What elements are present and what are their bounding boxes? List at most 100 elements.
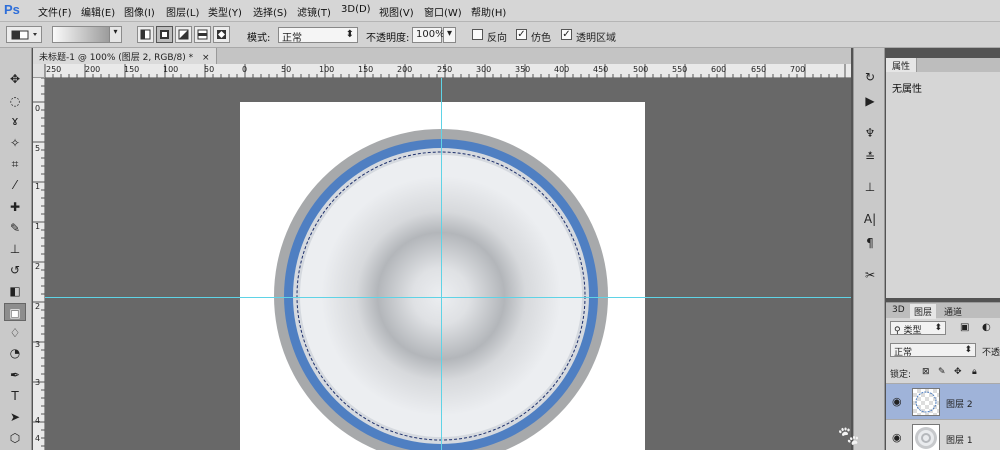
dither-checkbox[interactable]: ✓ xyxy=(516,29,527,40)
lasso-tool-icon[interactable]: ɤ xyxy=(4,112,26,130)
mode-label: 模式: xyxy=(247,33,271,44)
opacity-input[interactable]: 100% xyxy=(412,27,445,43)
layer-name[interactable]: 图层 2 xyxy=(946,397,973,410)
ruler-label: 500 xyxy=(633,65,649,74)
healing-brush-tool-icon[interactable]: ✚ xyxy=(4,198,26,216)
horizontal-guide[interactable] xyxy=(45,297,851,298)
ruler-label: 100 xyxy=(319,65,335,74)
horizontal-ruler[interactable]: 250 200 150 100 50 0 50 100 150 200 250 … xyxy=(45,64,851,78)
type-tool-icon[interactable]: T xyxy=(4,387,26,405)
reverse-checkbox[interactable] xyxy=(472,29,483,40)
brush-tool-icon[interactable]: ✎ xyxy=(4,219,26,237)
gradient-preview[interactable]: ▾ xyxy=(52,26,122,43)
layers-panel: 3D 图层 通道 ⚲ 类型 ⬍ ▣ ◐ 正常 ⬍ 不透 锁定: ⊠ ✎ ✥ 🔒︎… xyxy=(886,302,1000,450)
lock-transparent-icon[interactable]: ⊠ xyxy=(922,367,930,377)
ruler-label: 4 xyxy=(35,416,41,425)
layer-filter-value: 类型 xyxy=(903,326,922,336)
menu-window[interactable]: 窗口(W) xyxy=(424,4,462,19)
eye-icon[interactable]: ◉ xyxy=(892,431,902,444)
ruler-label: 200 xyxy=(397,65,413,74)
blend-mode-select[interactable]: 正常 ⬍ xyxy=(890,343,976,358)
ruler-label: 0 xyxy=(35,104,41,113)
mode-value: 正常 xyxy=(282,33,302,44)
brush-settings-icon[interactable]: ≛ xyxy=(860,148,880,166)
document-title: 未标题-1 @ 100% (图层 2, RGB/8) * xyxy=(39,53,194,63)
brush-presets-icon[interactable]: ♆ xyxy=(860,124,880,142)
tab-channels[interactable]: 通道 xyxy=(940,304,966,319)
radial-gradient-icon xyxy=(160,30,169,39)
crop-tool-icon[interactable]: ⌗ xyxy=(4,155,26,173)
shape-tool-icon[interactable]: ⬡ xyxy=(4,429,26,447)
ruler-label: 50 xyxy=(281,65,292,74)
history-icon[interactable]: ↻ xyxy=(860,68,880,86)
ruler-label: 650 xyxy=(751,65,767,74)
properties-tab[interactable]: 属性 xyxy=(886,58,918,72)
menu-filter[interactable]: 滤镜(T) xyxy=(297,4,331,19)
move-tool-icon[interactable]: ✥ xyxy=(4,70,26,88)
ruler-label: 350 xyxy=(515,65,531,74)
menu-layer[interactable]: 图层(L) xyxy=(166,4,199,19)
chevron-down-icon[interactable]: ▾ xyxy=(109,27,121,42)
lock-position-icon[interactable]: ✥ xyxy=(954,367,962,377)
character-icon[interactable]: A| xyxy=(860,210,880,228)
dither-label: 仿色 xyxy=(531,33,551,44)
reverse-label: 反向 xyxy=(487,33,507,44)
filter-pixel-icon[interactable]: ▣ xyxy=(960,322,969,333)
clone-stamp-tool-icon[interactable]: ⊥ xyxy=(4,240,26,258)
plate-artwork[interactable] xyxy=(240,102,645,450)
document-canvas[interactable] xyxy=(240,102,645,450)
dodge-tool-icon[interactable]: ◔ xyxy=(4,344,26,362)
angle-gradient-button[interactable] xyxy=(175,26,192,43)
menu-select[interactable]: 选择(S) xyxy=(253,4,287,19)
transparency-checkbox[interactable]: ✓ xyxy=(561,29,572,40)
ruler-origin[interactable] xyxy=(33,64,45,78)
vertical-ruler[interactable]: 0 5 1 1 2 2 3 3 4 4 xyxy=(33,78,45,450)
menu-bar: Ps 文件(F) 编辑(E) 图像(I) 图层(L) 类型(Y) 选择(S) 滤… xyxy=(0,0,1000,22)
paragraph-icon[interactable]: ¶ xyxy=(860,234,880,252)
layer-name[interactable]: 图层 1 xyxy=(946,433,973,446)
layer-filter-select[interactable]: ⚲ 类型 ⬍ xyxy=(890,321,946,336)
layer-row[interactable]: ◉ 图层 1 xyxy=(886,419,1000,450)
lock-image-icon[interactable]: ✎ xyxy=(938,367,946,377)
tab-layers[interactable]: 图层 xyxy=(910,304,937,319)
filter-adjustment-icon[interactable]: ◐ xyxy=(982,322,991,333)
menu-help[interactable]: 帮助(H) xyxy=(471,4,506,19)
pen-tool-icon[interactable]: ✒ xyxy=(4,366,26,384)
tab-3d[interactable]: 3D xyxy=(888,304,909,316)
eye-icon[interactable]: ◉ xyxy=(892,395,902,408)
quick-select-tool-icon[interactable]: ✧ xyxy=(4,134,26,152)
menu-edit[interactable]: 编辑(E) xyxy=(81,4,115,19)
lock-all-icon[interactable]: 🔒︎ xyxy=(972,367,977,377)
ruler-label: 0 xyxy=(242,65,248,74)
layer-row[interactable]: ◉ 图层 2 xyxy=(886,383,1000,419)
marquee-tool-icon[interactable]: ◌ xyxy=(4,92,26,110)
linear-gradient-button[interactable] xyxy=(137,26,154,43)
menu-3d[interactable]: 3D(D) xyxy=(341,4,371,15)
opacity-dropdown-button[interactable]: ▾ xyxy=(443,27,456,43)
menu-type[interactable]: 类型(Y) xyxy=(208,4,242,19)
updown-arrows-icon: ⬍ xyxy=(934,323,942,333)
ruler-label: 1 xyxy=(35,222,41,231)
menu-view[interactable]: 视图(V) xyxy=(379,4,414,19)
vertical-guide[interactable] xyxy=(441,78,442,450)
tool-presets-icon[interactable]: ✂ xyxy=(860,266,880,284)
actions-play-icon[interactable]: ▶ xyxy=(860,92,880,110)
document-tab[interactable]: 未标题-1 @ 100% (图层 2, RGB/8) * × xyxy=(33,48,217,64)
tool-preset-picker[interactable] xyxy=(6,26,42,43)
history-brush-tool-icon[interactable]: ↺ xyxy=(4,261,26,279)
gradient-tool-icon[interactable]: ▣ xyxy=(4,303,26,321)
clone-source-icon[interactable]: ⊥ xyxy=(860,178,880,196)
eyedropper-tool-icon[interactable]: ⁄ xyxy=(4,176,26,194)
close-icon[interactable]: × xyxy=(202,53,210,63)
menu-file[interactable]: 文件(F) xyxy=(38,4,72,19)
reflected-gradient-button[interactable] xyxy=(194,26,211,43)
blur-tool-icon[interactable]: ♢ xyxy=(4,324,26,342)
mode-select[interactable]: 正常 ⬍ xyxy=(278,27,358,44)
ruler-label: 1 xyxy=(35,182,41,191)
menu-image[interactable]: 图像(I) xyxy=(124,4,155,19)
canvas-workspace[interactable] xyxy=(45,78,851,450)
radial-gradient-button[interactable] xyxy=(156,26,173,43)
diamond-gradient-button[interactable] xyxy=(213,26,230,43)
path-select-tool-icon[interactable]: ➤ xyxy=(4,408,26,426)
eraser-tool-icon[interactable]: ◧ xyxy=(4,282,26,300)
